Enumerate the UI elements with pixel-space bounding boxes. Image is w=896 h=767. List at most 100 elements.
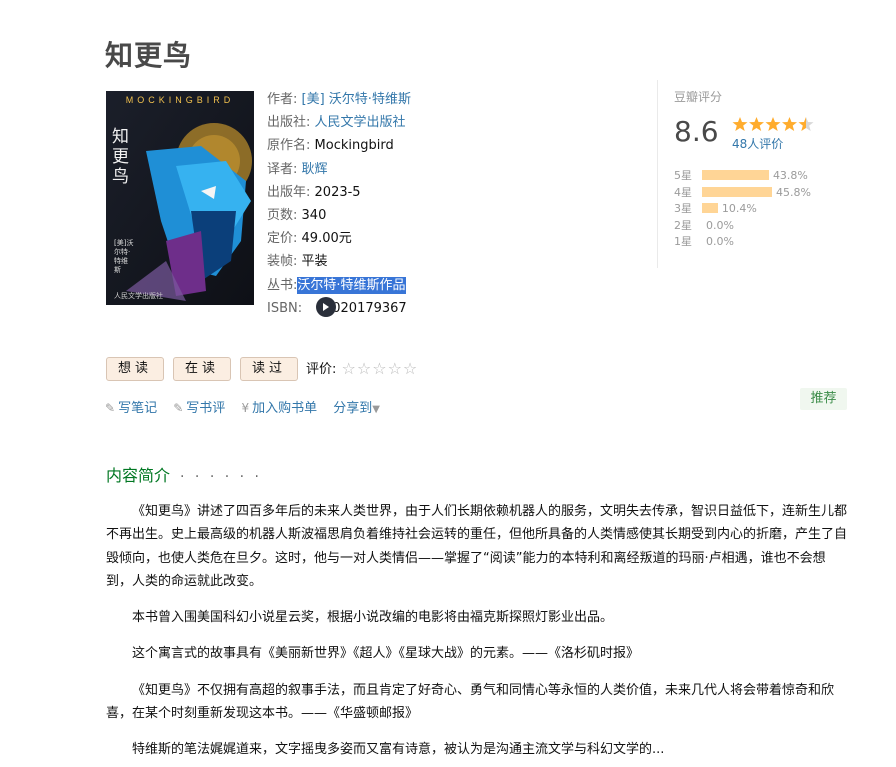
rating-star-icon xyxy=(749,117,764,131)
rating-percent: 43.8% xyxy=(772,169,808,182)
pages-value: 340 xyxy=(301,207,327,223)
want-to-read-button[interactable]: 想读 xyxy=(106,357,165,381)
rating-stars-svg xyxy=(732,117,814,131)
book-page: 知更鸟 MOCKINGBIRD 知更鸟 [美]沃尔特·特维斯 人民文学出版社 作… xyxy=(0,0,896,767)
info-publisher-row: 出版社: 人民文学出版社 xyxy=(267,111,597,134)
publisher-link[interactable]: 人民文学出版社 xyxy=(315,115,406,130)
cover-author: [美]沃尔特·特维斯 xyxy=(114,239,134,274)
book-title: 知更鸟 xyxy=(105,39,193,72)
rating-count-link[interactable]: 48人评价 xyxy=(732,135,783,152)
translate-popup-icon[interactable] xyxy=(316,297,336,317)
isbn-value: 020179367 xyxy=(332,300,407,316)
cover-title-cn: 知更鸟 xyxy=(112,127,129,187)
rating-bar-row: 3星 10.4% xyxy=(674,201,811,218)
rate-star-3-icon[interactable]: ☆ xyxy=(372,359,386,378)
isbn-label: ISBN: xyxy=(267,300,303,316)
author-link[interactable]: [美] 沃尔特·特维斯 xyxy=(302,92,411,107)
intro-dots: · · · · · · xyxy=(180,469,262,485)
share-dropdown[interactable]: 分享到▼ xyxy=(333,401,380,416)
series-link[interactable]: 沃尔特·特维斯作品 xyxy=(297,276,406,294)
intro-paragraph: 《知更鸟》讲述了四百多年后的未来人类世界，由于人们长期依赖机器人的服务，文明失去… xyxy=(106,504,848,589)
add-to-cart-label: 加入购书单 xyxy=(252,401,318,416)
rate-star-1-icon[interactable]: ☆ xyxy=(342,359,356,378)
info-binding-row: 装帧: 平装 xyxy=(267,250,597,273)
original-title-value: Mockingbird xyxy=(314,138,394,154)
info-pages-row: 页数: 340 xyxy=(267,204,597,227)
reading-button[interactable]: 在读 xyxy=(173,357,232,381)
rating-panel: 豆瓣评分 8.6 48人评价 5星 43.8% 4星 45.8% 3星 10.4% 2星 0.… xyxy=(657,80,857,268)
write-note-label: 写笔记 xyxy=(118,401,158,416)
translator-link[interactable]: 耿辉 xyxy=(302,162,328,177)
intro-paragraph: 这个寓言式的故事具有《美丽新世界》《超人》《星球大战》的元素。——《洛杉矶时报》 xyxy=(132,646,640,662)
rating-level-label: 3星 xyxy=(674,202,692,215)
write-review-label: 写书评 xyxy=(186,401,226,416)
rating-distribution: 5星 43.8% 4星 45.8% 3星 10.4% 2星 0.0% 1星 0.0% xyxy=(674,168,811,251)
rating-percent: 45.8% xyxy=(776,185,811,199)
pencil-icon: ✎ xyxy=(105,401,116,415)
info-original-title-row: 原作名: Mockingbird xyxy=(267,134,597,157)
info-year-row: 出版年: 2023-5 xyxy=(267,181,597,204)
cover-publisher: 人民文学出版社 xyxy=(114,292,163,300)
info-series-row: 丛书:沃尔特·特维斯作品 xyxy=(267,274,597,297)
book-cover[interactable]: MOCKINGBIRD 知更鸟 [美]沃尔特·特维斯 人民文学出版社 xyxy=(106,91,254,305)
my-rating: 评价: ☆☆☆☆☆ xyxy=(306,358,417,378)
intro-section-title: 内容简介 · · · · · · xyxy=(106,462,262,486)
rating-star-icon xyxy=(765,117,781,131)
recommend-button[interactable]: 推荐 xyxy=(800,388,847,410)
author-label: 作者: xyxy=(267,92,298,107)
write-note-link[interactable]: ✎ 写笔记 xyxy=(105,401,157,416)
rating-level-label: 5星 xyxy=(674,169,692,182)
original-title-label: 原作名: xyxy=(267,138,311,154)
rating-bar xyxy=(702,186,772,197)
publisher-label: 出版社: xyxy=(267,115,311,131)
series-label: 丛书: xyxy=(267,277,298,293)
have-read-button[interactable]: 读过 xyxy=(240,357,299,381)
share-label: 分享到 xyxy=(333,401,373,416)
intro-paragraph: 特维斯的笔法娓娓道来，文字摇曳多姿而又富有诗意，被认为是沟通主流文学与科幻文学的… xyxy=(132,742,665,758)
rating-bar xyxy=(702,170,769,180)
my-rating-label: 评价: xyxy=(306,362,337,377)
rating-star-icon xyxy=(798,117,814,131)
rating-percent: 10.4% xyxy=(721,202,757,215)
translator-label: 译者: xyxy=(267,161,298,177)
rating-bar-row: 5星 43.8% xyxy=(674,168,811,185)
binding-value: 平装 xyxy=(301,254,328,270)
rating-bar-row: 4星 45.8% xyxy=(674,185,811,202)
binding-label: 装帧: xyxy=(267,254,298,270)
rating-percent: 0.0% xyxy=(706,235,734,248)
rating-level-label: 4星 xyxy=(674,185,692,199)
year-value: 2023-5 xyxy=(314,184,361,200)
rating-bar-row: 2星 0.0% xyxy=(674,218,811,235)
add-to-cart-link[interactable]: ¥ 加入购书单 xyxy=(241,401,317,416)
action-links: ✎ 写笔记 ✎ 写书评 ¥ 加入购书单 分享到▼ xyxy=(105,397,392,416)
translate-popup-glyph xyxy=(323,303,329,311)
book-info: 作者: [美] 沃尔特·特维斯 出版社: 人民文学出版社 原作名: Mockin… xyxy=(267,88,597,320)
reading-status-actions: 想读 在读 读过 xyxy=(106,357,307,381)
intro-text: 《知更鸟》讲述了四百多年后的未来人类世界，由于人们长期依赖机器人的服务，文明失去… xyxy=(106,500,848,767)
rating-star-icon xyxy=(782,117,797,131)
intro-title: 内容简介 xyxy=(106,466,171,485)
chevron-down-icon: ▼ xyxy=(372,404,380,415)
rating-score: 8.6 xyxy=(674,115,719,148)
rate-star-5-icon[interactable]: ☆ xyxy=(403,359,417,378)
rating-percent: 0.0% xyxy=(706,218,734,232)
yen-icon: ¥ xyxy=(241,401,250,415)
cover-brand: MOCKINGBIRD xyxy=(125,95,235,105)
rating-stars xyxy=(732,115,816,137)
rating-level-label: 2星 xyxy=(674,218,692,232)
info-author-row: 作者: [美] 沃尔特·特维斯 xyxy=(267,88,597,111)
intro-paragraph: 《知更鸟》不仅拥有高超的叙事手法，而且肯定了好奇心、勇气和同情心等永恒的人类价值… xyxy=(106,682,835,722)
pages-label: 页数: xyxy=(267,207,298,223)
rate-star-4-icon[interactable]: ☆ xyxy=(388,359,402,378)
rating-bar-row: 1星 0.0% xyxy=(674,234,811,251)
write-review-link[interactable]: ✎ 写书评 xyxy=(173,401,225,416)
intro-paragraph: 本书曾入围美国科幻小说星云奖，根据小说改编的电影将由福克斯探照灯影业出品。 xyxy=(132,610,614,626)
rating-level-label: 1星 xyxy=(674,235,692,248)
rating-star-icon xyxy=(732,117,748,131)
rating-bar xyxy=(702,203,718,213)
price-value: 49.00元 xyxy=(301,231,352,247)
pencil-icon: ✎ xyxy=(173,401,184,415)
price-label: 定价: xyxy=(267,231,298,247)
rate-star-2-icon[interactable]: ☆ xyxy=(357,359,371,378)
info-price-row: 定价: 49.00元 xyxy=(267,227,597,250)
